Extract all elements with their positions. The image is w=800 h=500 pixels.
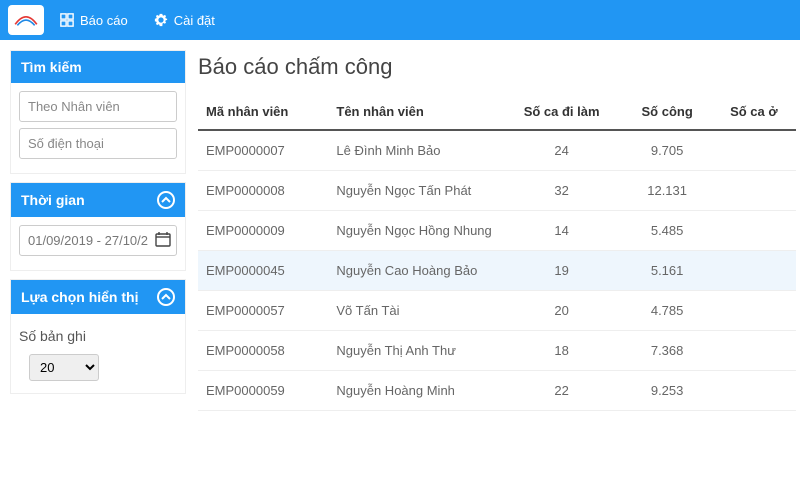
cell-work: 9.253	[623, 371, 712, 411]
cell-work: 7.368	[623, 331, 712, 371]
cell-shifts: 32	[501, 171, 623, 211]
cell-off	[712, 331, 796, 371]
table-header-row: Mã nhân viên Tên nhân viên Số ca đi làm …	[198, 94, 796, 130]
search-employee-input[interactable]	[19, 91, 177, 122]
cell-emp-name: Nguyễn Thị Anh Thư	[328, 331, 500, 371]
page-title: Báo cáo chấm công	[198, 54, 796, 80]
cell-emp-id: EMP0000008	[198, 171, 328, 211]
cell-emp-name: Nguyễn Cao Hoàng Bảo	[328, 251, 500, 291]
cell-emp-name: Nguyễn Ngọc Hồng Nhung	[328, 211, 500, 251]
time-panel: Thời gian	[10, 182, 186, 271]
search-phone-input[interactable]	[19, 128, 177, 159]
gear-icon	[154, 13, 168, 27]
cell-emp-id: EMP0000058	[198, 331, 328, 371]
table-row[interactable]: EMP0000008Nguyễn Ngọc Tấn Phát3212.131	[198, 171, 796, 211]
grid-icon	[60, 13, 74, 27]
cell-off	[712, 291, 796, 331]
nav-settings-label: Cài đặt	[174, 13, 215, 28]
search-panel: Tìm kiếm	[10, 50, 186, 174]
table-row[interactable]: EMP0000045Nguyễn Cao Hoàng Bảo195.161	[198, 251, 796, 291]
table-row[interactable]: EMP0000057Võ Tấn Tài204.785	[198, 291, 796, 331]
cell-emp-id: EMP0000057	[198, 291, 328, 331]
nav-settings[interactable]: Cài đặt	[144, 7, 225, 34]
brand-logo[interactable]	[8, 5, 44, 35]
col-shifts[interactable]: Số ca đi làm	[501, 94, 623, 130]
sidebar: Tìm kiếm Thời gian	[10, 50, 186, 411]
col-work[interactable]: Số công	[623, 94, 712, 130]
cell-off	[712, 251, 796, 291]
main-content: Báo cáo chấm công Mã nhân viên Tên nhân …	[198, 50, 796, 411]
cell-shifts: 18	[501, 331, 623, 371]
cell-work: 5.485	[623, 211, 712, 251]
chevron-up-icon	[157, 288, 175, 306]
cell-shifts: 20	[501, 291, 623, 331]
cell-emp-id: EMP0000059	[198, 371, 328, 411]
nav-report-label: Báo cáo	[80, 13, 128, 28]
search-panel-header: Tìm kiếm	[11, 51, 185, 83]
display-panel-header[interactable]: Lựa chọn hiển thị	[11, 280, 185, 314]
cell-emp-name: Nguyễn Ngọc Tấn Phát	[328, 171, 500, 211]
cell-emp-id: EMP0000045	[198, 251, 328, 291]
cell-emp-name: Nguyễn Hoàng Minh	[328, 371, 500, 411]
cell-off	[712, 211, 796, 251]
cell-shifts: 22	[501, 371, 623, 411]
cell-off	[712, 130, 796, 171]
cell-off	[712, 171, 796, 211]
cell-work: 12.131	[623, 171, 712, 211]
col-emp-name[interactable]: Tên nhân viên	[328, 94, 500, 130]
records-label: Số bản ghi	[15, 322, 181, 350]
date-range-input[interactable]	[19, 225, 177, 256]
cell-work: 4.785	[623, 291, 712, 331]
time-panel-title: Thời gian	[21, 192, 85, 208]
col-emp-id[interactable]: Mã nhân viên	[198, 94, 328, 130]
cell-shifts: 19	[501, 251, 623, 291]
nav-report[interactable]: Báo cáo	[50, 7, 138, 34]
cell-emp-id: EMP0000007	[198, 130, 328, 171]
cell-emp-id: EMP0000009	[198, 211, 328, 251]
time-panel-header[interactable]: Thời gian	[11, 183, 185, 217]
calendar-icon[interactable]	[155, 231, 171, 250]
table-row[interactable]: EMP0000058Nguyễn Thị Anh Thư187.368	[198, 331, 796, 371]
records-select[interactable]: 20	[29, 354, 99, 381]
cell-shifts: 14	[501, 211, 623, 251]
col-off[interactable]: Số ca ở	[712, 94, 796, 130]
table-row[interactable]: EMP0000059Nguyễn Hoàng Minh229.253	[198, 371, 796, 411]
logo-icon	[13, 10, 39, 30]
cell-shifts: 24	[501, 130, 623, 171]
display-panel: Lựa chọn hiển thị Số bản ghi 20	[10, 279, 186, 394]
cell-work: 5.161	[623, 251, 712, 291]
table-row[interactable]: EMP0000009Nguyễn Ngọc Hồng Nhung145.485	[198, 211, 796, 251]
table-row[interactable]: EMP0000007Lê Đình Minh Bảo249.705	[198, 130, 796, 171]
cell-emp-name: Lê Đình Minh Bảo	[328, 130, 500, 171]
top-nav: Báo cáo Cài đặt	[0, 0, 800, 40]
cell-emp-name: Võ Tấn Tài	[328, 291, 500, 331]
cell-work: 9.705	[623, 130, 712, 171]
cell-off	[712, 371, 796, 411]
chevron-up-icon	[157, 191, 175, 209]
display-panel-title: Lựa chọn hiển thị	[21, 289, 138, 305]
report-table: Mã nhân viên Tên nhân viên Số ca đi làm …	[198, 94, 796, 411]
search-panel-title: Tìm kiếm	[21, 59, 82, 75]
